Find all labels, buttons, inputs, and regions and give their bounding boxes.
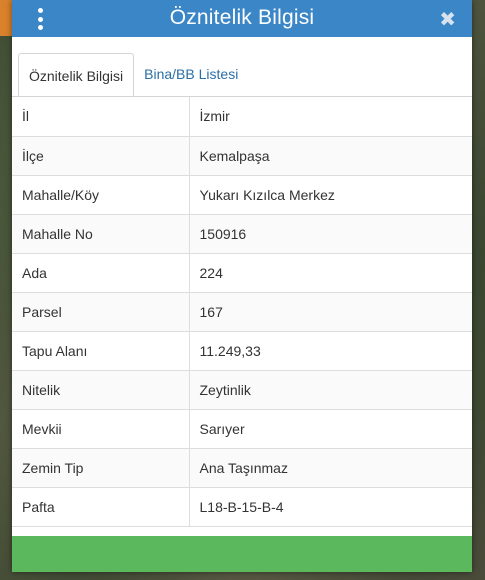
attribute-value: Kemalpaşa [189,136,472,176]
attribute-key: Zemin Tip [12,448,190,488]
tab-bar: Öznitelik Bilgisi Bina/BB Listesi [12,37,472,97]
attribute-value: Ana Taşınmaz [189,448,472,488]
attribute-value: L18-B-15-B-4 [189,487,472,527]
attribute-value: 150916 [189,214,472,254]
attribute-value: Sarıyer [189,409,472,449]
attribute-key: Parsel [12,292,190,332]
attribute-key: Mahalle No [12,214,190,254]
dialog-title: Öznitelik Bilgisi [169,6,315,29]
attribute-value: 167 [189,292,472,332]
tab-attribute-info[interactable]: Öznitelik Bilgisi [18,53,135,97]
attribute-key: Ada [12,253,190,293]
attribute-value: 224 [189,253,472,293]
tab-divider [12,96,472,97]
dialog-header: Öznitelik Bilgisi ✖ [12,0,472,37]
table-row: Zemin Tip Ana Taşınmaz [12,448,472,488]
dialog-footer-bar[interactable] [12,536,472,572]
attribute-table: İl İzmir İlçe Kemalpaşa Mahalle/Köy Yuka… [12,97,472,527]
attribute-key: İl [12,97,190,137]
table-row: Nitelik Zeytinlik [12,370,472,410]
table-row: Mahalle No 150916 [12,214,472,254]
attribute-key: İlçe [12,136,190,176]
table-row: Mahalle/Köy Yukarı Kızılca Merkez [12,175,472,215]
close-icon[interactable]: ✖ [439,7,456,32]
attribute-key: Tapu Alanı [12,331,190,371]
attribute-value: Yukarı Kızılca Merkez [189,175,472,215]
table-row: Tapu Alanı 11.249,33 [12,331,472,371]
attribute-value: 11.249,33 [189,331,472,371]
table-row: İl İzmir [12,97,472,137]
table-row: Ada 224 [12,253,472,293]
table-row: Pafta L18-B-15-B-4 [12,487,472,527]
table-row: Mevkii Sarıyer [12,409,472,449]
table-row: İlçe Kemalpaşa [12,136,472,176]
attribute-dialog: Öznitelik Bilgisi ✖ Öznitelik Bilgisi Bi… [12,0,472,572]
attribute-key: Pafta [12,487,190,527]
attribute-value: İzmir [189,97,472,137]
attribute-value: Zeytinlik [189,370,472,410]
table-row: Parsel 167 [12,292,472,332]
attribute-key: Nitelik [12,370,190,410]
attribute-key: Mahalle/Köy [12,175,190,215]
attribute-key: Mevkii [12,409,190,449]
tab-building-list[interactable]: Bina/BB Listesi [134,52,248,96]
